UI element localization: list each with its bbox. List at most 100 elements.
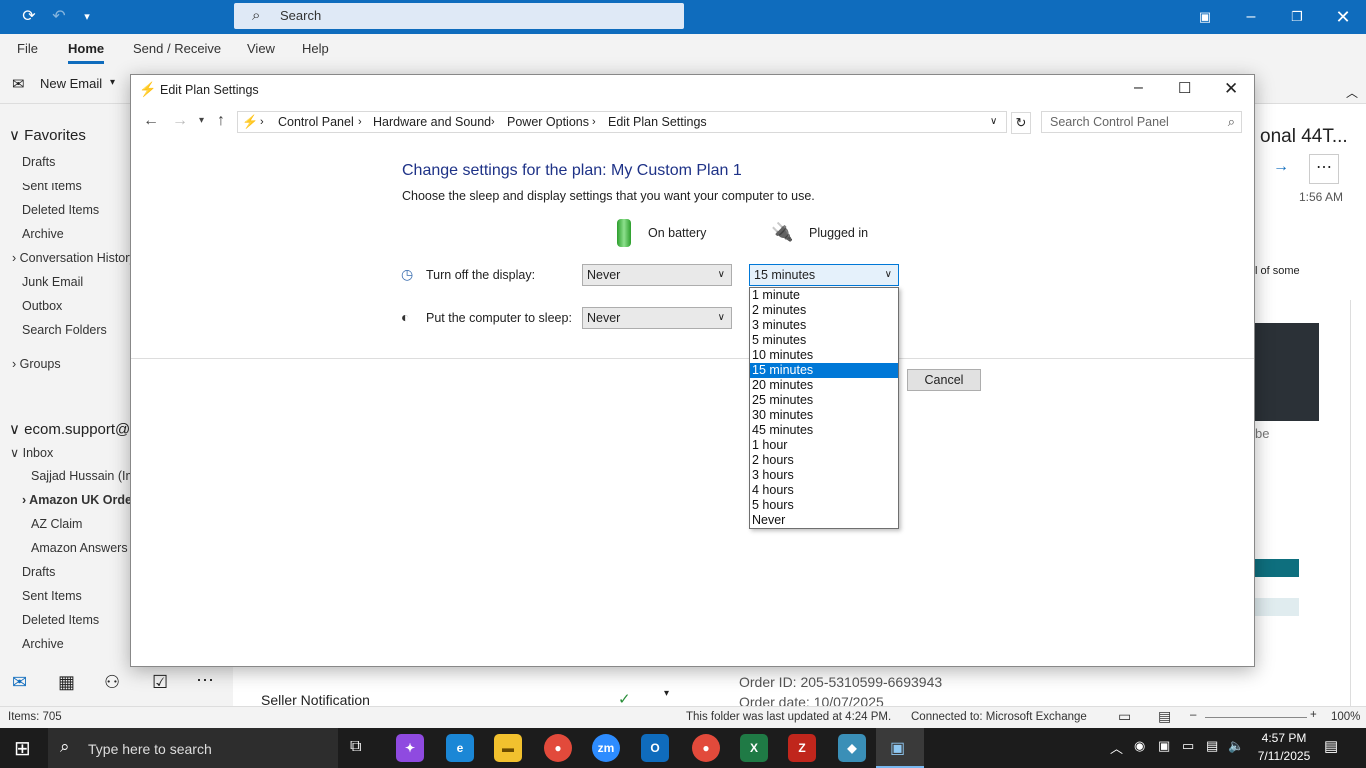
more-actions-icon[interactable]: ⋯ [1309, 154, 1339, 184]
zoom-slider[interactable] [1205, 717, 1307, 718]
folder-amazon-uk-order[interactable]: › Amazon UK Order [22, 493, 137, 507]
breadcrumb-power-options[interactable]: Power Options [507, 112, 589, 132]
dialog-close-icon[interactable]: ✕ [1224, 79, 1238, 99]
notifications-icon[interactable]: ▤ [1324, 737, 1338, 755]
folder-conversation-history[interactable]: › Conversation History [12, 251, 136, 265]
breadcrumb-edit-plan[interactable]: Edit Plan Settings [608, 112, 707, 132]
zoom-in-icon[interactable]: + [1310, 709, 1317, 721]
scroll-down-icon[interactable]: ▾ [664, 688, 669, 699]
favorites-header[interactable]: ∨ Favorites [9, 126, 86, 144]
calendar-icon[interactable]: ▦ [58, 672, 75, 693]
folder-drafts[interactable]: Drafts [22, 155, 55, 169]
close-icon[interactable]: ✕ [1330, 0, 1356, 34]
refresh-icon[interactable]: ↻ [1011, 112, 1031, 134]
mail-icon[interactable]: ✉ [12, 672, 27, 693]
breadcrumb-hardware-sound[interactable]: Hardware and Sound [373, 112, 491, 132]
chrome-profile-icon[interactable]: ● [692, 734, 720, 762]
display-plugged-in-select[interactable]: 15 minutes ∨ [749, 264, 899, 286]
control-panel-search[interactable]: Search Control Panel ⌕ [1041, 111, 1242, 133]
dialog-maximize-icon[interactable]: ☐ [1178, 79, 1191, 97]
forward-nav-icon[interactable]: → [172, 112, 188, 130]
volume-icon[interactable]: 🔈 [1228, 738, 1244, 754]
filezilla-icon[interactable]: Z [788, 734, 816, 762]
reading-scrollbar[interactable] [1350, 300, 1364, 706]
up-icon[interactable]: ↑ [217, 112, 225, 130]
file-explorer-icon[interactable]: ▬ [494, 734, 522, 762]
recent-locations-icon[interactable]: ▾ [199, 115, 204, 126]
folder-az-claim[interactable]: AZ Claim [31, 517, 82, 531]
dropdown-option[interactable]: 30 minutes [750, 408, 898, 423]
folder-search-folders[interactable]: Search Folders [22, 323, 107, 337]
quick-access-dropdown-icon[interactable]: ▾ [78, 0, 96, 34]
taskbar-clock-time[interactable]: 4:57 PM [1256, 731, 1312, 745]
windows-start-icon[interactable]: ⊞ [14, 736, 31, 761]
restore-icon[interactable]: ❐ [1284, 0, 1310, 34]
tab-home[interactable]: Home [68, 41, 105, 64]
folder-outbox[interactable]: Outbox [22, 299, 62, 313]
folder-sent-items-2[interactable]: Sent Items [22, 589, 82, 603]
chrome-icon[interactable]: ● [544, 734, 572, 762]
tray-display-icon[interactable]: ▣ [1158, 738, 1170, 754]
tab-file[interactable]: File [17, 41, 38, 56]
address-dropdown-icon[interactable]: ∨ [990, 112, 997, 132]
folder-deleted-items[interactable]: Deleted Items [22, 203, 99, 217]
outlook-search-box[interactable]: ⌕ Search [234, 3, 684, 29]
edge-icon[interactable]: e [446, 734, 474, 762]
cancel-button[interactable]: Cancel [907, 369, 981, 391]
minimize-icon[interactable]: – [1238, 0, 1264, 34]
dropdown-option[interactable]: 1 minute [750, 288, 898, 303]
folder-inbox-child[interactable]: Sajjad Hussain (Imp [31, 469, 143, 483]
account-header[interactable]: ∨ ecom.support@v [9, 420, 138, 438]
dropdown-option[interactable]: 3 minutes [750, 318, 898, 333]
folder-amazon-answers[interactable]: Amazon Answers [31, 541, 128, 555]
battery-icon[interactable]: ▭ [1182, 738, 1194, 754]
excel-icon[interactable]: X [740, 734, 768, 762]
taskbar-clock-date[interactable]: 7/11/2025 [1256, 749, 1312, 763]
network-icon[interactable]: ▤ [1206, 738, 1218, 754]
dropdown-option[interactable]: 10 minutes [750, 348, 898, 363]
zoom-app-icon[interactable]: zm [592, 734, 620, 762]
dropdown-option[interactable]: 2 hours [750, 453, 898, 468]
dropdown-option[interactable]: 3 hours [750, 468, 898, 483]
dropdown-option[interactable]: 5 minutes [750, 333, 898, 348]
dropdown-option[interactable]: 4 hours [750, 483, 898, 498]
app-diamond-icon[interactable]: ◆ [838, 734, 866, 762]
folder-sent-items[interactable]: Sent Items [22, 183, 82, 193]
folder-inbox[interactable]: ∨ Inbox [10, 445, 53, 460]
folder-junk-email[interactable]: Junk Email [22, 275, 83, 289]
tasks-icon[interactable]: ☑ [152, 672, 168, 693]
folder-archive[interactable]: Archive [22, 227, 64, 241]
tab-view[interactable]: View [247, 41, 275, 56]
outlook-app-icon[interactable]: O [641, 734, 669, 762]
groups-header[interactable]: › Groups [12, 357, 61, 371]
task-view-icon[interactable]: ⧉ [350, 738, 361, 756]
dialog-minimize-icon[interactable]: – [1134, 79, 1143, 97]
taskbar-search[interactable]: ⌕ Type here to search [48, 728, 338, 768]
tab-send-receive[interactable]: Send / Receive [133, 41, 221, 56]
tray-meet-icon[interactable]: ◉ [1134, 738, 1145, 754]
tab-help[interactable]: Help [302, 41, 329, 56]
folder-deleted-items-2[interactable]: Deleted Items [22, 613, 99, 627]
new-email-dropdown-icon[interactable]: ▾ [110, 77, 115, 88]
normal-view-icon[interactable]: ▭ [1118, 708, 1131, 725]
sleep-on-battery-select[interactable]: Never ∨ [582, 307, 732, 329]
dropdown-option[interactable]: 15 minutes [750, 363, 898, 378]
dropdown-option[interactable]: 5 hours [750, 498, 898, 513]
breadcrumb-control-panel[interactable]: Control Panel [278, 112, 354, 132]
dropdown-option[interactable]: 1 hour [750, 438, 898, 453]
dropdown-option[interactable]: Never [750, 513, 898, 528]
zoom-out-icon[interactable]: – [1190, 709, 1196, 721]
dropdown-option[interactable]: 45 minutes [750, 423, 898, 438]
more-apps-icon[interactable]: ⋯ [196, 670, 214, 691]
dropdown-option[interactable]: 20 minutes [750, 378, 898, 393]
copilot-icon[interactable]: ✦ [396, 734, 424, 762]
address-bar[interactable]: ⚡ › Control Panel › Hardware and Sound ›… [237, 111, 1007, 133]
display-on-battery-select[interactable]: Never ∨ [582, 264, 732, 286]
people-icon[interactable]: ⚇ [104, 672, 120, 693]
dropdown-option[interactable]: 2 minutes [750, 303, 898, 318]
back-icon[interactable]: ← [143, 112, 159, 130]
control-panel-taskbar-button[interactable]: ▣ [876, 728, 924, 768]
reading-view-icon[interactable]: ▤ [1158, 708, 1171, 725]
coauthor-icon[interactable]: ▣ [1192, 0, 1218, 34]
collapse-ribbon-icon[interactable]: ︿ [1346, 84, 1358, 101]
